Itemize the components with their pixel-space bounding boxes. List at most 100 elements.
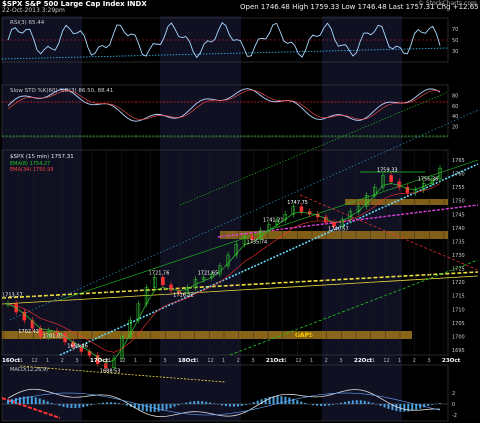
macd-hist-bar bbox=[58, 404, 61, 406]
time-tick-label: 12 bbox=[295, 358, 301, 364]
macd-hist-bar bbox=[145, 404, 148, 412]
macd-hist-bar bbox=[359, 400, 362, 404]
macd-hist-bar bbox=[125, 404, 128, 406]
price-chart-svg: RSI(3) 65.44 705030 Slow STO %K(60) %D(3… bbox=[1, 16, 479, 422]
time-tick-label: 11 bbox=[281, 358, 287, 364]
macd-axis: 20-2-4 bbox=[452, 391, 457, 419]
time-tick-label: 3 bbox=[427, 358, 430, 364]
candle-body bbox=[405, 186, 410, 193]
macd-hist-bar bbox=[427, 404, 430, 406]
time-tick-label: 3 bbox=[339, 358, 342, 364]
macd-hist-bar bbox=[149, 404, 152, 412]
ema34-label: EMA(34) 1750.93 bbox=[10, 167, 53, 173]
time-tick-label: 12 bbox=[383, 358, 389, 364]
macd-hist-bar bbox=[343, 401, 346, 404]
candle-body bbox=[299, 206, 304, 212]
macd-hist-bar bbox=[70, 404, 73, 409]
chart-root: $SPX S&P 500 Large Cap Index INDX 22-Oct… bbox=[0, 0, 480, 423]
macd-hist-bar bbox=[387, 404, 390, 409]
macd-hist-bar bbox=[78, 404, 81, 408]
axis-tick-label: 1765 bbox=[452, 158, 465, 164]
axis-tick-label: 20 bbox=[452, 125, 458, 131]
macd-hist-bar bbox=[221, 404, 224, 406]
macd-hist-bar bbox=[193, 401, 196, 404]
macd-hist-bar bbox=[213, 403, 216, 404]
price-label: $SPX (15 min) 1757.31 bbox=[10, 154, 74, 160]
price-annotation: 1740.57 bbox=[328, 226, 349, 232]
sto-label: Slow STO %K(60) %D(3) 86.50, 88.41 bbox=[10, 88, 113, 94]
macd-hist-bar bbox=[379, 404, 382, 406]
macd-hist-bar bbox=[205, 401, 208, 404]
macd-hist-bar bbox=[236, 404, 239, 407]
candle-body bbox=[161, 277, 165, 286]
time-tick-label: 3 bbox=[251, 358, 254, 364]
axis-tick-label: 1750 bbox=[452, 199, 465, 205]
macd-hist-bar bbox=[22, 396, 25, 404]
macd-hist-bar bbox=[46, 401, 49, 404]
gaps-label: GAPS bbox=[295, 332, 313, 339]
macd-hist-bar bbox=[403, 404, 406, 412]
time-tick-label: 3 bbox=[75, 358, 78, 364]
macd-hist-bar bbox=[62, 404, 65, 407]
macd-hist-bar bbox=[10, 399, 13, 404]
time-tick-label: 2 bbox=[413, 358, 416, 364]
time-tick-label: 3 bbox=[163, 358, 166, 364]
rsi-axis: 70 50 30 bbox=[452, 27, 458, 55]
macd-hist-bar bbox=[30, 396, 33, 404]
time-tick-label: 11 bbox=[369, 358, 375, 364]
axis-tick-label: 1710 bbox=[452, 307, 465, 313]
macd-hist-bar bbox=[431, 404, 434, 405]
axis-tick-label: 1695 bbox=[452, 348, 465, 354]
macd-hist-bar bbox=[117, 403, 120, 404]
macd-hist-bar bbox=[50, 402, 53, 404]
time-tick-label: 2 bbox=[237, 358, 240, 364]
macd-hist-bar bbox=[209, 402, 212, 404]
macd-hist-bar bbox=[7, 400, 9, 404]
price-annotation: 1721.65 bbox=[198, 271, 219, 277]
time-tick-label: 2 bbox=[149, 358, 152, 364]
axis-tick-label: 1715 bbox=[452, 294, 465, 300]
macd-hist-bar bbox=[304, 402, 307, 404]
macd-hist-bar bbox=[411, 404, 414, 411]
macd-hist-bar bbox=[383, 404, 386, 408]
price-annotation: 1741.21 bbox=[263, 218, 284, 224]
time-tick-label: 12 bbox=[119, 358, 125, 364]
macd-hist-bar bbox=[201, 401, 204, 404]
time-tick-label: 1 bbox=[398, 358, 401, 364]
price-annotation: 1747.75 bbox=[287, 200, 308, 206]
time-tick-label: 1 bbox=[222, 358, 225, 364]
macd-hist-bar bbox=[320, 404, 323, 407]
rsi-label: RSI(3) 65.44 bbox=[10, 20, 45, 26]
macd-hist-bar bbox=[367, 401, 370, 404]
price-annotation: 1756.36 bbox=[418, 176, 439, 182]
macd-hist-bar bbox=[355, 400, 358, 404]
macd-hist-bar bbox=[347, 401, 350, 404]
macd-hist-bar bbox=[98, 403, 101, 404]
time-tick-label: 1 bbox=[134, 358, 137, 364]
macd-hist-bar bbox=[371, 402, 374, 404]
axis-tick-label: 1745 bbox=[452, 212, 465, 218]
macd-hist-bar bbox=[90, 404, 93, 406]
macd-hist-bar bbox=[439, 403, 441, 404]
macd-hist-bar bbox=[173, 404, 176, 407]
axis-tick-label: -2 bbox=[452, 413, 457, 419]
macd-hist-bar bbox=[18, 397, 21, 404]
macd-hist-bar bbox=[42, 399, 45, 404]
macd-hist-bar bbox=[228, 404, 231, 407]
axis-tick-label: 70 bbox=[452, 27, 458, 33]
macd-hist-bar bbox=[14, 397, 17, 404]
macd-hist-bar bbox=[224, 404, 227, 407]
macd-hist-bar bbox=[177, 404, 180, 406]
price-annotation: 1713.57 bbox=[2, 293, 23, 299]
macd-hist-bar bbox=[276, 396, 279, 404]
macd-hist-bar bbox=[82, 404, 85, 408]
support-box-1747 bbox=[345, 199, 448, 205]
macd-hist-bar bbox=[106, 402, 109, 404]
candle-body bbox=[104, 363, 108, 368]
time-tick-label: 2 bbox=[325, 358, 328, 364]
time-tick-label: 12 bbox=[207, 358, 213, 364]
price-annotation: 1694.46 bbox=[67, 343, 88, 349]
macd-hist-bar bbox=[137, 404, 140, 410]
time-tick-label: 2 bbox=[61, 358, 64, 364]
macd-hist-bar bbox=[185, 402, 188, 404]
